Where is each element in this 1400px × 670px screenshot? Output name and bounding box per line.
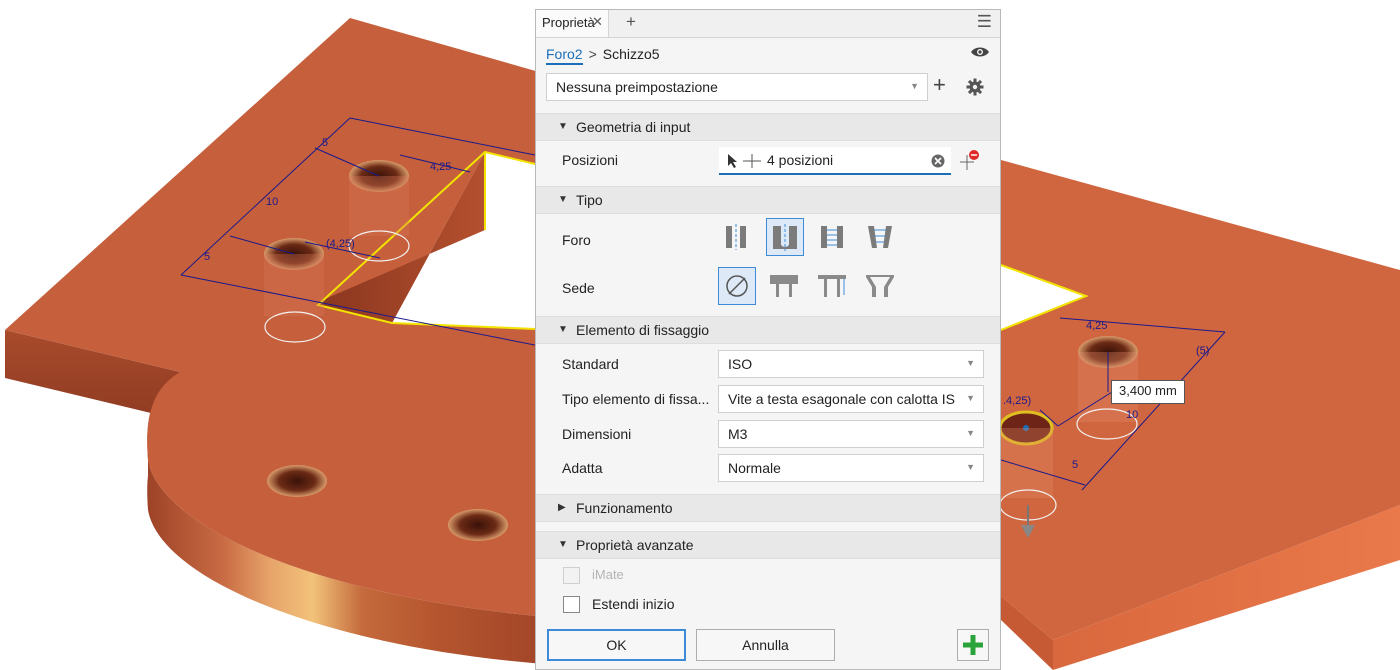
section-title: Geometria di input — [576, 119, 691, 135]
imate-checkbox — [563, 567, 580, 584]
clearance-hole-icon[interactable] — [766, 218, 804, 256]
plus-icon — [963, 635, 983, 655]
positions-value: 4 posizioni — [767, 152, 834, 168]
section-title: Funzionamento — [576, 500, 673, 516]
section-type[interactable]: ▼ Tipo — [536, 186, 1000, 214]
hole-right-selected-preview — [1001, 428, 1053, 498]
standard-value: ISO — [728, 356, 753, 372]
hole-lower-right — [448, 509, 508, 541]
section-title: Elemento di fissaggio — [576, 322, 710, 338]
size-label: Dimensioni — [562, 426, 632, 442]
chevron-down-icon: ▼ — [966, 393, 975, 403]
apply-button[interactable] — [957, 629, 989, 661]
add-preset-button[interactable]: + — [933, 72, 946, 98]
hole-label: Foro — [562, 232, 591, 248]
counterbore-icon[interactable] — [766, 267, 804, 305]
panel-menu-button[interactable]: ☰ — [977, 12, 992, 32]
preset-dropdown[interactable]: Nessuna preimpostazione ▼ — [546, 73, 928, 101]
fit-dropdown[interactable]: Normale ▼ — [718, 454, 984, 482]
taper-tapped-hole-icon[interactable] — [862, 218, 900, 256]
hole-bottom-left-preview — [264, 254, 324, 316]
section-input-geometry[interactable]: ▼ Geometria di input — [536, 113, 1000, 141]
dim-label[interactable]: 5 — [322, 137, 328, 149]
collapse-triangle-icon: ▶ — [558, 502, 566, 513]
expand-triangle-icon: ▼ — [558, 121, 568, 132]
no-seat-icon[interactable] — [718, 267, 756, 305]
dim-label[interactable]: (5) — [1196, 345, 1209, 357]
expand-triangle-icon: ▼ — [558, 324, 568, 335]
simple-hole-icon[interactable] — [718, 218, 756, 256]
add-point-icon[interactable] — [958, 149, 982, 171]
dim-label[interactable]: 5 — [204, 251, 210, 263]
dimension-value-tooltip: 3,400 mm — [1111, 380, 1185, 404]
positions-label: Posizioni — [562, 152, 619, 168]
size-value: M3 — [728, 426, 748, 442]
section-title: Proprietà avanzate — [576, 537, 694, 553]
fit-value: Normale — [728, 460, 781, 476]
extend-start-checkbox[interactable] — [563, 596, 580, 613]
eye-icon[interactable] — [970, 45, 990, 59]
expand-triangle-icon: ▼ — [558, 194, 568, 205]
add-tab-button[interactable]: + — [626, 12, 636, 32]
fastener-type-dropdown[interactable]: Vite a testa esagonale con calotta IS ▼ — [718, 385, 984, 413]
seat-label: Sede — [562, 280, 595, 296]
fit-label: Adatta — [562, 460, 603, 476]
properties-panel: Proprietà ✕ + ☰ Foro2 > Schizzo5 Nessuna p… — [535, 9, 1001, 670]
breadcrumb-sketch: Schizzo5 — [602, 46, 660, 62]
breadcrumb-separator: > — [588, 46, 597, 62]
extend-start-label: Estendi inizio — [592, 596, 675, 612]
breadcrumb: Foro2 > Schizzo5 — [546, 46, 660, 65]
fastener-type-value: Vite a testa esagonale con calotta IS — [728, 391, 956, 407]
select-cursor-icon — [728, 154, 761, 168]
dim-label[interactable]: (4,25) — [326, 238, 355, 250]
chevron-down-icon: ▼ — [966, 428, 975, 438]
positions-selector[interactable]: 4 posizioni — [719, 147, 951, 175]
standard-dropdown[interactable]: ISO ▼ — [718, 350, 984, 378]
clear-icon[interactable] — [931, 154, 945, 168]
dim-label[interactable]: .4,25) — [1003, 395, 1031, 407]
hole-top-left-preview — [349, 176, 409, 236]
dim-label[interactable]: 4,25 — [430, 161, 451, 173]
imate-label: iMate — [592, 567, 624, 582]
dim-label[interactable]: 10 — [1126, 409, 1138, 421]
cancel-button[interactable]: Annulla — [696, 629, 835, 661]
countersink-icon[interactable] — [862, 267, 900, 305]
hole-lower-left — [267, 465, 327, 497]
section-title: Tipo — [576, 192, 603, 208]
tab-properties[interactable]: Proprietà ✕ — [536, 10, 609, 37]
section-behavior[interactable]: ▶ Funzionamento — [536, 494, 1000, 522]
expand-triangle-icon: ▼ — [558, 539, 568, 550]
left-plate: 5 10 5 4,25 (4,25) — [5, 18, 561, 665]
chevron-down-icon: ▼ — [966, 358, 975, 368]
tab-properties-label: Proprietà — [542, 15, 595, 30]
chevron-down-icon: ▼ — [910, 81, 919, 91]
panel-tab-bar: Proprietà ✕ + ☰ — [536, 10, 1000, 38]
close-icon[interactable]: ✕ — [592, 14, 603, 30]
ok-button[interactable]: OK — [547, 629, 686, 661]
size-dropdown[interactable]: M3 ▼ — [718, 420, 984, 448]
spotface-icon[interactable] — [814, 267, 852, 305]
preset-value: Nessuna preimpostazione — [556, 79, 718, 95]
section-fastener[interactable]: ▼ Elemento di fissaggio — [536, 316, 1000, 344]
breadcrumb-feature-link[interactable]: Foro2 — [546, 46, 583, 65]
dim-label[interactable]: 4,25 — [1086, 320, 1107, 332]
dim-label[interactable]: 10 — [266, 196, 278, 208]
section-advanced[interactable]: ▼ Proprietà avanzate — [536, 531, 1000, 559]
tapped-hole-icon[interactable] — [814, 218, 852, 256]
fastener-type-label: Tipo elemento di fissa... — [562, 391, 710, 407]
standard-label: Standard — [562, 356, 619, 372]
chevron-down-icon: ▼ — [966, 462, 975, 472]
dim-label[interactable]: 5 — [1072, 459, 1078, 471]
gear-icon[interactable] — [966, 78, 984, 96]
right-plate: 4,25 (5) 10 5 .4,25) — [998, 160, 1400, 670]
